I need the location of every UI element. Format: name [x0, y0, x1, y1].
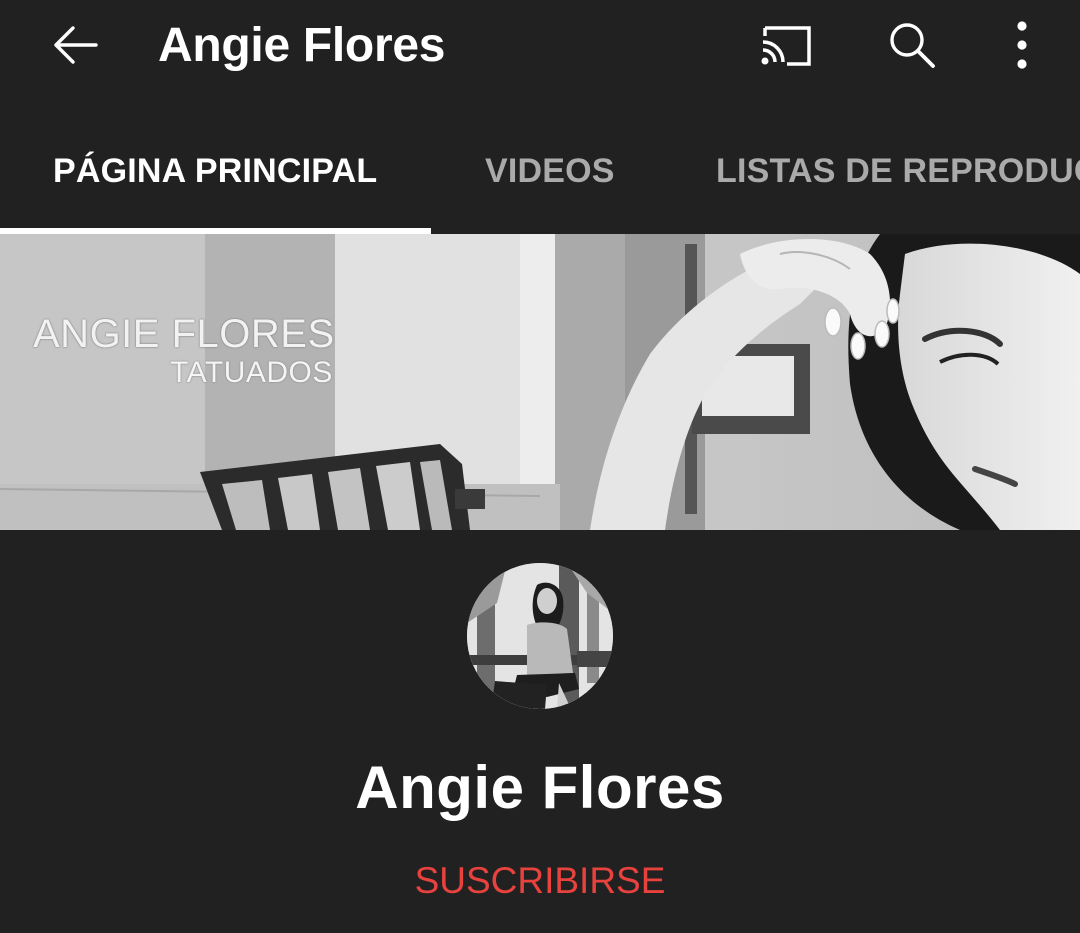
channel-tabs: PÁGINA PRINCIPAL VIDEOS LISTAS DE REPROD… [0, 118, 1080, 234]
more-vert-icon [1017, 21, 1027, 69]
search-button[interactable] [877, 10, 947, 80]
arrow-back-icon [54, 26, 98, 64]
channel-name: Angie Flores [355, 754, 725, 821]
more-options-button[interactable] [987, 10, 1057, 80]
app-bar: Angie Flores [0, 0, 1080, 94]
subscribe-row: SUSCRIBIRSE [0, 860, 1080, 902]
back-button[interactable] [40, 10, 110, 80]
youtube-channel-screen: Angie Flores PÁGINA PRINCIPAL VIDEOS LIS… [0, 0, 1080, 933]
banner-image [0, 234, 1080, 530]
banner-subtitle: TATUADOS [170, 356, 333, 389]
tab-playlists[interactable]: LISTAS DE REPRODUC [716, 152, 1080, 191]
avatar-image [467, 563, 613, 709]
channel-banner: ANGIE FLORES TATUADOS [0, 234, 1080, 530]
banner-title: ANGIE FLORES [33, 312, 335, 356]
channel-avatar[interactable] [467, 563, 613, 709]
tab-home[interactable]: PÁGINA PRINCIPAL [53, 152, 377, 191]
app-bar-title: Angie Flores [158, 19, 446, 72]
cast-button[interactable] [750, 10, 820, 80]
search-icon [890, 23, 935, 68]
cast-icon [761, 26, 811, 66]
subscribe-button[interactable]: SUSCRIBIRSE [415, 860, 666, 901]
tab-videos[interactable]: VIDEOS [485, 152, 615, 191]
